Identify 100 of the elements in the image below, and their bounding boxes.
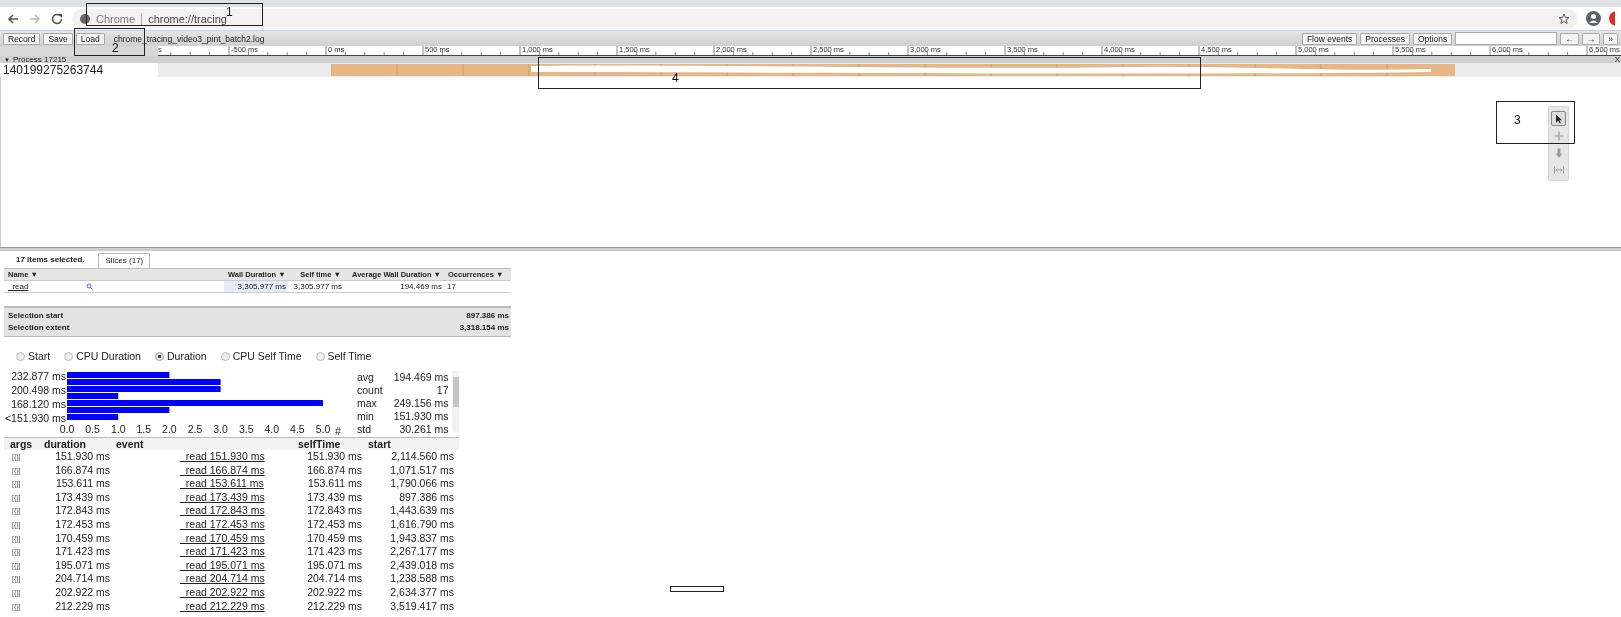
- x-tick-label: 2.5: [187, 423, 203, 435]
- toolbar-button[interactable]: Save: [43, 32, 73, 45]
- alert-icon[interactable]: [1609, 11, 1615, 26]
- column-header[interactable]: selfTime: [292, 438, 362, 450]
- select-tool-button[interactable]: [1551, 111, 1566, 126]
- event-link[interactable]: _read 170.459 ms: [180, 531, 265, 544]
- selection-value: 897.386 ms: [466, 310, 509, 322]
- x-tick-label: 1.5: [136, 423, 152, 435]
- forward-icon[interactable]: [28, 11, 42, 26]
- axis-label: #: [335, 425, 341, 437]
- table-cell-text: 170.459 ms: [306, 531, 362, 546]
- close-button[interactable]: X: [1614, 55, 1621, 64]
- toolbar-button[interactable]: Flow events: [1301, 32, 1358, 45]
- table-cell-text: 171.423 ms: [306, 545, 362, 559]
- annotation-number: 3: [1514, 113, 1521, 127]
- table-cell-text: 204.714 ms: [306, 572, 362, 586]
- x-tick-label: 0.5: [85, 423, 100, 435]
- annotation-number: 4: [672, 71, 679, 85]
- event-link[interactable]: _read 151.930 ms: [180, 450, 265, 462]
- column-header[interactable]: duration: [38, 438, 110, 450]
- radio-button[interactable]: [64, 351, 74, 361]
- table-cell-text: 195.071 ms: [54, 558, 110, 573]
- table-cell-text: 173.439 ms: [54, 490, 110, 505]
- table-cell-text: 173.439 ms: [306, 490, 362, 505]
- thread-name: 140199275263744: [2, 63, 105, 77]
- table-cell-text: 172.843 ms: [54, 504, 110, 518]
- nav-button[interactable]: »: [1603, 32, 1618, 45]
- x-tick-label: 0.0: [59, 423, 75, 435]
- radio-button[interactable]: [220, 351, 230, 361]
- analysis-tab[interactable]: Slices (17): [98, 253, 151, 268]
- y-tick-label: <151.930 ms: [5, 411, 66, 424]
- table-cell-text: 153.611 ms: [54, 477, 110, 491]
- event-link[interactable]: _read 195.071 ms: [180, 558, 265, 571]
- annotation-number: 1: [226, 5, 233, 19]
- selection-label: Selection start: [8, 310, 64, 322]
- event-link[interactable]: _read 166.874 ms: [180, 463, 265, 476]
- event-link[interactable]: _read 171.423 ms: [180, 545, 265, 558]
- address-origin: Chrome: [96, 12, 136, 25]
- x-tick-label: 3.0: [213, 423, 228, 435]
- table-cell-text: 172.453 ms: [54, 517, 110, 532]
- table-cell-text: 171.423 ms: [54, 545, 110, 559]
- search-icon[interactable]: [86, 283, 94, 290]
- toolbar-button[interactable]: Record: [3, 32, 41, 45]
- selection-summary: 17 items selected.: [16, 255, 85, 266]
- radio-label[interactable]: Self Time: [327, 350, 372, 362]
- table-cell-text: 2,114.560 ms: [390, 450, 454, 464]
- x-tick-label: 3.5: [238, 423, 254, 435]
- search-field[interactable]: [1455, 32, 1558, 45]
- table-cell-text: 195.071 ms: [306, 558, 362, 573]
- stat-value: 249.156 ms: [393, 397, 449, 410]
- selection-label: Selection extent: [8, 322, 70, 334]
- table-cell-text: 1,238.588 ms: [389, 572, 454, 586]
- table-cell-text: 2,267.177 ms: [389, 545, 454, 559]
- stat-value: 194.469 ms: [393, 371, 449, 384]
- profile-icon[interactable]: [1586, 11, 1601, 26]
- radio-button[interactable]: [154, 351, 164, 361]
- resize-handle[interactable]: [670, 586, 724, 592]
- stat-label: avg: [357, 371, 374, 384]
- column-header[interactable]: start: [362, 438, 454, 450]
- table-cell-text: 170.459 ms: [54, 531, 110, 546]
- radio-button[interactable]: [16, 351, 25, 361]
- table-cell-text: 1,790.066 ms: [389, 477, 454, 491]
- table-cell-text: 2,634.377 ms: [389, 585, 454, 600]
- toolbar-button[interactable]: Load: [75, 32, 105, 45]
- event-link[interactable]: _read 212.229 ms: [180, 599, 265, 612]
- event-link[interactable]: _read 172.843 ms: [180, 504, 265, 517]
- plus-icon: [1552, 129, 1565, 142]
- scrollbar[interactable]: [451, 371, 459, 433]
- stat-label: min: [357, 410, 374, 423]
- event-link[interactable]: _read 204.714 ms: [180, 572, 265, 585]
- reload-icon[interactable]: [50, 11, 64, 26]
- slice-name-link[interactable]: _read: [8, 281, 29, 292]
- radio-button[interactable]: [315, 351, 325, 361]
- table-cell-text: 3,305.977 ms: [292, 281, 343, 292]
- site-info-icon[interactable]: [80, 13, 90, 24]
- x-tick-label: 5.0: [315, 423, 331, 435]
- radio-label[interactable]: Start: [28, 350, 51, 362]
- event-link[interactable]: _read 173.439 ms: [180, 490, 265, 503]
- table-cell-text: 151.930 ms: [54, 450, 110, 464]
- star-icon[interactable]: [1558, 12, 1570, 25]
- table-cell-text: 897.386 ms: [398, 490, 454, 505]
- stat-label: max: [357, 397, 377, 410]
- event-link[interactable]: _read 172.453 ms: [180, 517, 265, 530]
- column-header[interactable]: args: [4, 438, 38, 450]
- event-link[interactable]: _read 153.611 ms: [180, 477, 264, 490]
- nav-button[interactable]: →: [1581, 32, 1601, 45]
- stat-label: std: [357, 423, 371, 433]
- address-url[interactable]: chrome://tracing: [148, 12, 227, 25]
- radio-label[interactable]: Duration: [166, 350, 207, 362]
- nav-button[interactable]: ←: [1560, 32, 1579, 45]
- radio-label[interactable]: CPU Self Time: [232, 350, 302, 362]
- table-cell-text: 166.874 ms: [306, 463, 362, 478]
- toolbar-button[interactable]: Options: [1412, 32, 1453, 45]
- table-cell-text: 172.843 ms: [306, 504, 362, 518]
- event-link[interactable]: _read 202.922 ms: [180, 585, 265, 598]
- back-icon[interactable]: [6, 11, 20, 26]
- radio-label[interactable]: CPU Duration: [76, 350, 141, 362]
- toolbar-button[interactable]: Processes: [1360, 32, 1410, 45]
- table-cell-text: 212.229 ms: [54, 599, 110, 614]
- column-header[interactable]: event: [110, 438, 292, 450]
